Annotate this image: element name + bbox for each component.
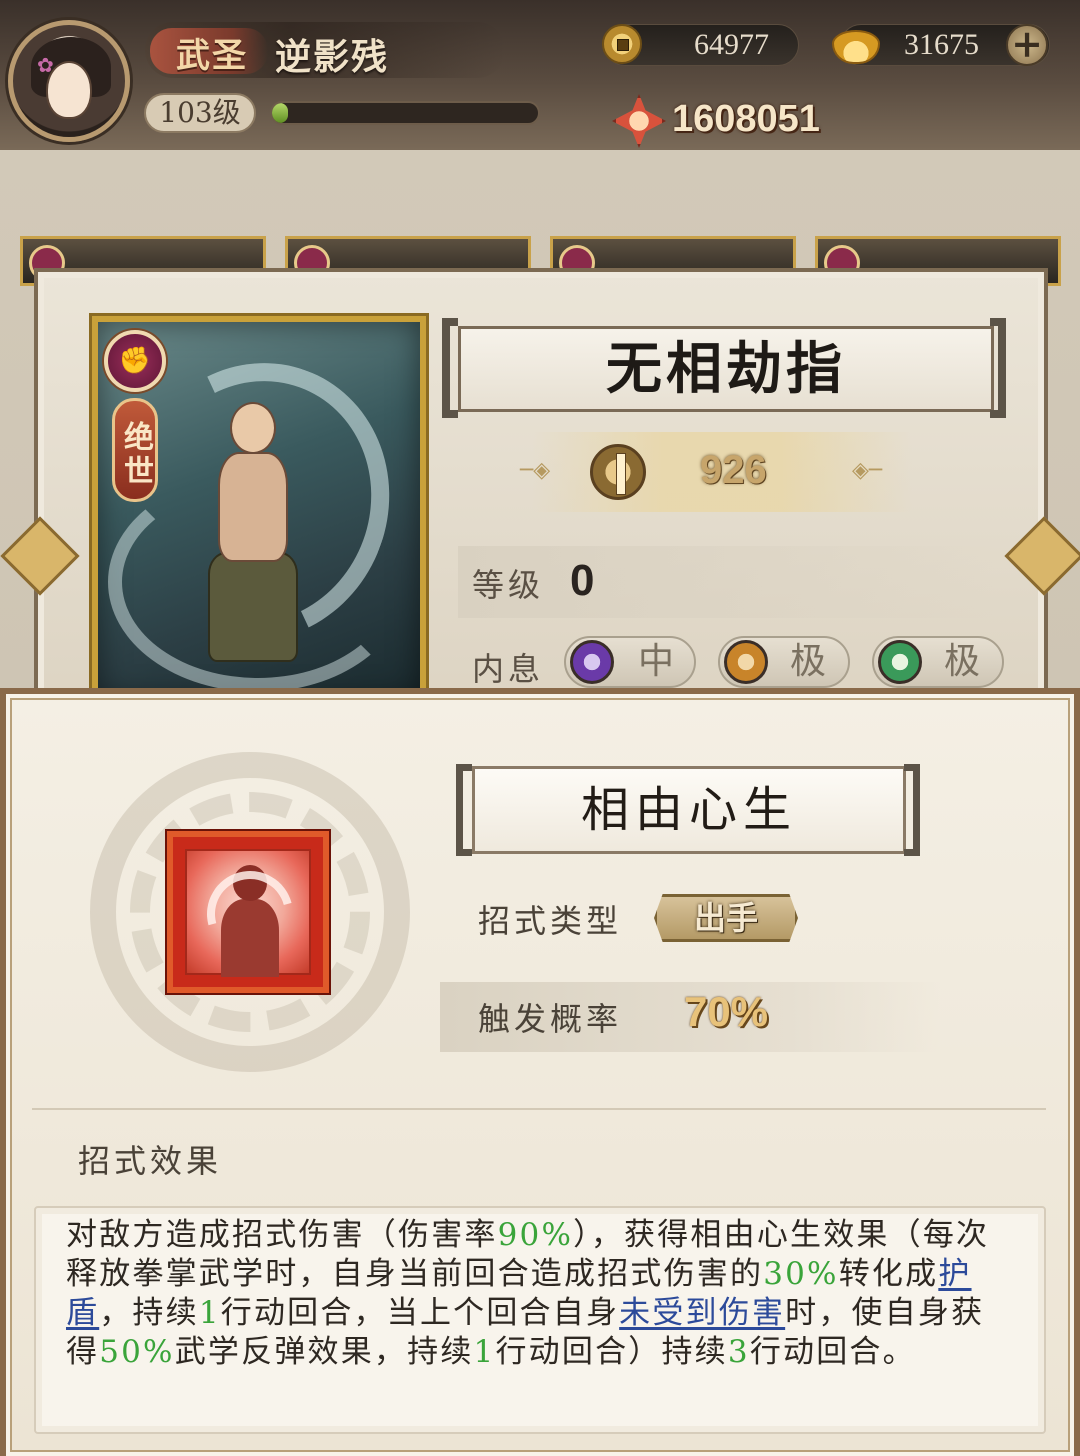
level-value: 0 [570,556,595,605]
inner-breath-value: 中 [638,641,675,682]
effect-description: 对敌方造成招式伤害（伤害率90%），获得相由心生效果（每次释放拳掌武学时，自身当… [66,1216,1006,1372]
energy-swirl [191,855,309,973]
fist-school-icon: ✊ [104,330,166,392]
move-type-label: 招式类型 [478,902,623,940]
monk-robe [208,552,298,662]
description-segment: 武学反弹效果，持续 [174,1334,474,1370]
description-segment: 行动回合）持续 [495,1334,728,1370]
move-name: 相由心生 [580,782,797,838]
add-gold-button[interactable]: + [1006,24,1048,66]
move-icon [167,831,329,993]
sword-power-icon [590,444,646,500]
skill-power-value: 926 [700,448,767,492]
skill-name: 无相劫指 [606,336,846,402]
combat-power-value: 1608051 [672,98,820,140]
monk-figure [208,402,298,662]
highlight-value: 50% [99,1334,175,1370]
highlight-value: 90% [497,1217,574,1253]
sun-orb-icon [724,640,768,684]
bracket-left [442,318,458,418]
player-level: 103级 [144,93,256,133]
highlight-value: 1 [198,1295,221,1331]
highlight-value: 3 [727,1334,750,1370]
description-segment: 行动回合，当上个回合自身 [220,1295,620,1331]
effect-title: 招式效果 [78,1142,223,1180]
player-name: 逆影残 [275,36,390,78]
jade-orb-icon [878,640,922,684]
monk-body [218,452,288,562]
coin-amount: 64977 [694,28,769,61]
description-segment: 转化成 [838,1256,939,1292]
ornament-right-icon: ◈─ [852,458,883,483]
monk-head [230,402,276,454]
highlight-value: 1 [473,1334,496,1370]
inner-breath-value: 极 [944,641,981,682]
flower-icon: ✿ [37,53,54,77]
trigger-rate-value: 70% [684,988,769,1035]
player-avatar[interactable]: ✿ [8,20,130,142]
exp-bar-fill [272,103,288,123]
player-rank: 武圣 [176,36,248,76]
inner-breath-label: 内息 [472,650,545,688]
trigger-rate-label: 触发概率 [478,1000,623,1038]
divider [32,1108,1046,1110]
move-type-value: 出手 [693,899,758,937]
ornament-left-icon: ─◈ [520,458,551,483]
description-segment: ，持续 [99,1295,199,1331]
moon-orb-icon [570,640,614,684]
inner-breath-value: 极 [790,641,827,682]
description-segment: 对敌方造成招式伤害（伤害率 [66,1217,498,1253]
copper-coin-icon [602,24,642,64]
gold-amount: 31675 [904,28,979,61]
keyword-link[interactable]: 未受到伤害 [619,1295,785,1331]
highlight-value: 30% [763,1256,839,1292]
exp-bar [270,101,540,125]
bracket-right [904,764,920,856]
move-icon-art [185,849,311,977]
level-label: 等级 [472,566,545,604]
bracket-left [456,764,472,856]
description-segment: 行动回合。 [749,1334,916,1370]
grade-tag: 绝世 [112,398,158,502]
